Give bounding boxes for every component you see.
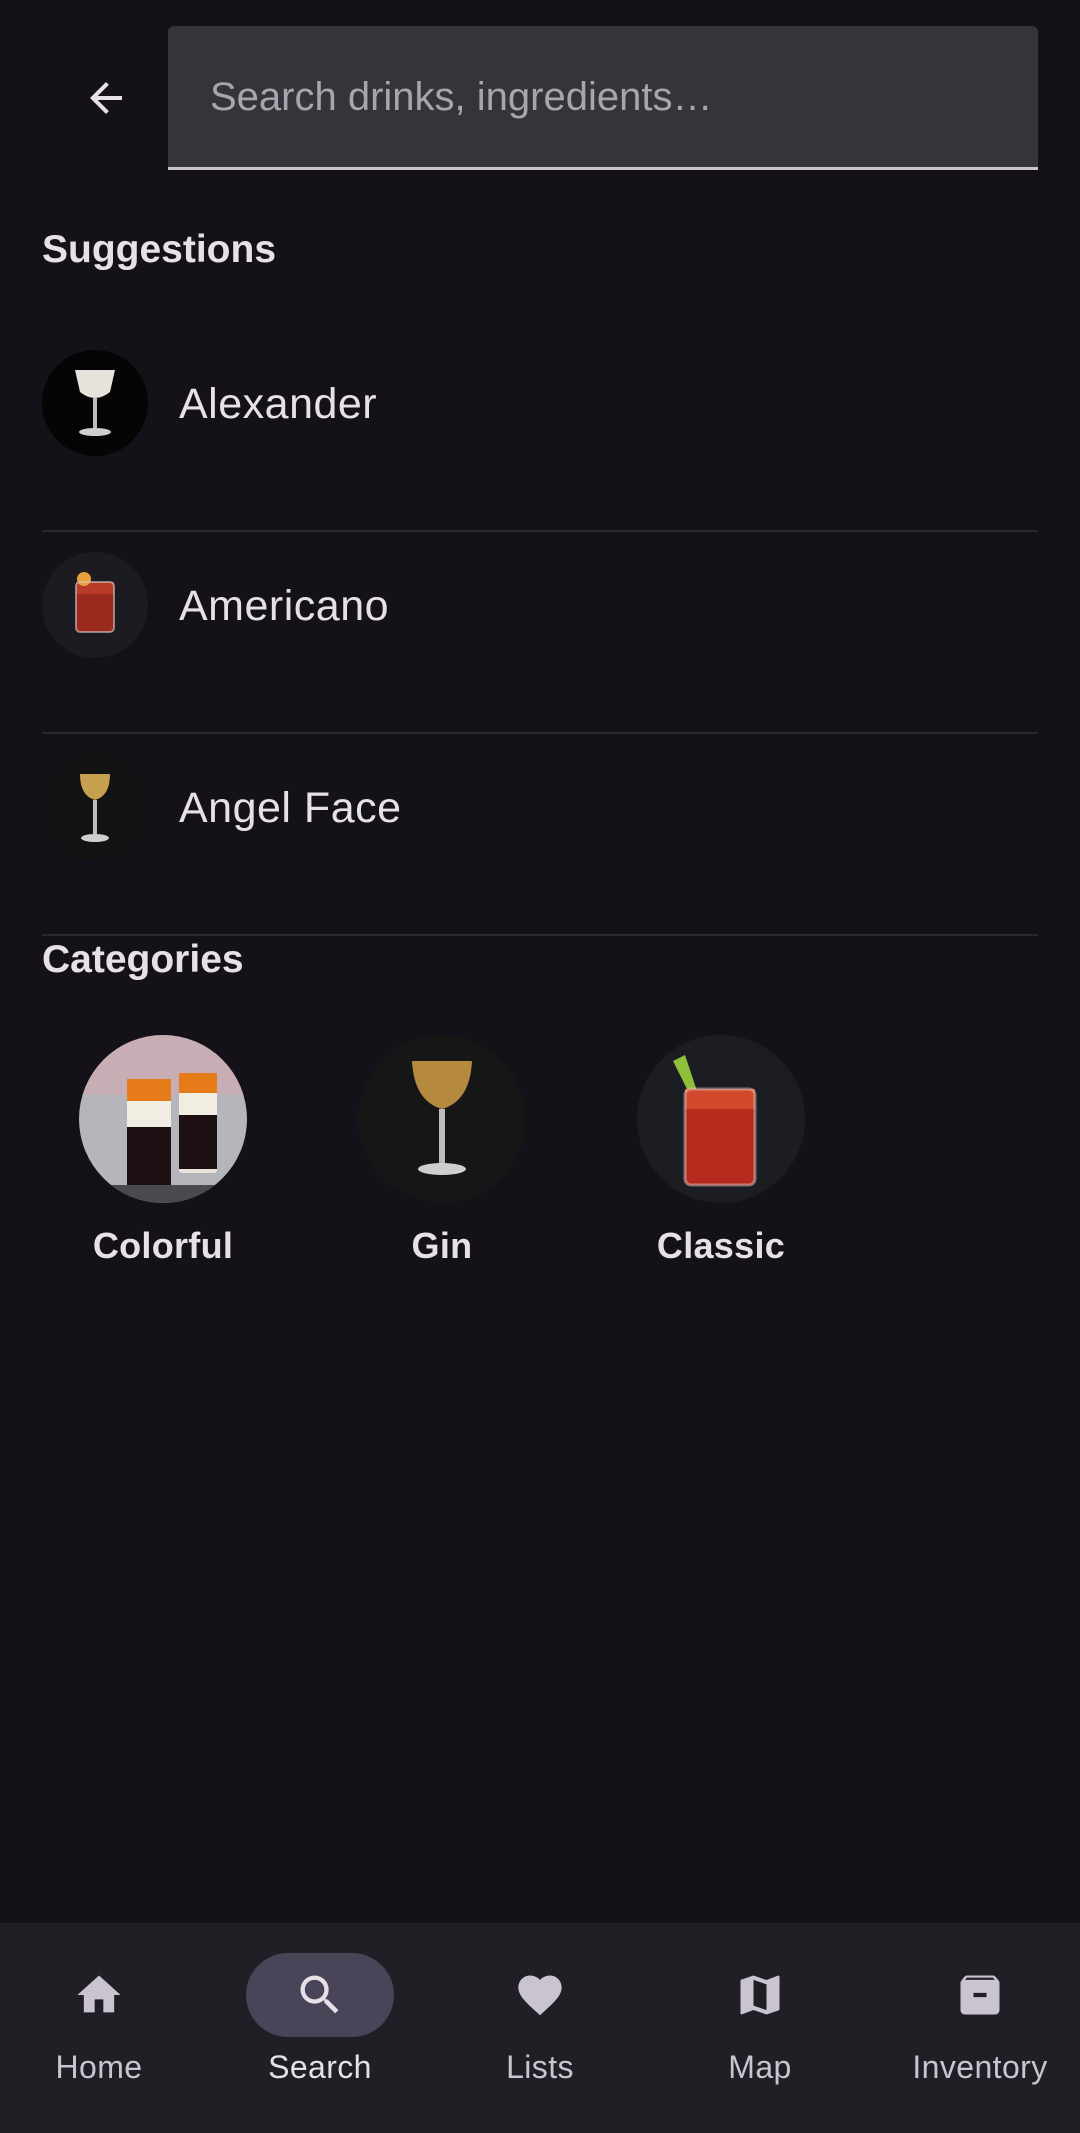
nav-label: Lists bbox=[506, 2049, 574, 2085]
heart-icon bbox=[518, 1975, 562, 2016]
nav-home-indicator bbox=[25, 1953, 173, 2037]
search-field[interactable] bbox=[168, 26, 1038, 170]
category-row: Colorful Gin Classic bbox=[42, 1035, 1038, 1275]
suggestion-name: Angel Face bbox=[179, 784, 402, 832]
category-label: Colorful bbox=[92, 1225, 234, 1266]
nav-search[interactable]: Search bbox=[220, 1953, 420, 2113]
nav-search-indicator bbox=[246, 1953, 394, 2037]
nav-label: Inventory bbox=[912, 2049, 1048, 2085]
back-button[interactable] bbox=[66, 58, 146, 138]
gin-category-image bbox=[358, 1035, 526, 1203]
suggestion-name: Alexander bbox=[179, 380, 378, 428]
nav-map[interactable]: Map bbox=[660, 1953, 860, 2113]
arrow-back-icon bbox=[90, 82, 122, 114]
americano-thumbnail bbox=[42, 552, 148, 658]
classic-category-image bbox=[637, 1035, 805, 1203]
nav-lists-indicator bbox=[466, 1953, 614, 2037]
suggestion-item-alexander[interactable]: Alexander bbox=[42, 330, 1038, 532]
home-icon bbox=[77, 1975, 121, 2013]
category-label: Gin bbox=[411, 1225, 473, 1266]
bottom-navigation: Home Search Lists Map Inventory bbox=[0, 1923, 1080, 2133]
nav-map-indicator bbox=[686, 1953, 834, 2037]
nav-inventory-indicator bbox=[906, 1953, 1054, 2037]
nav-label: Home bbox=[55, 2049, 143, 2085]
inventory-icon bbox=[960, 1975, 1000, 2015]
search-input[interactable] bbox=[208, 26, 1002, 169]
nav-lists[interactable]: Lists bbox=[440, 1953, 640, 2113]
category-colorful[interactable]: Colorful bbox=[79, 1035, 247, 1267]
nav-label: Map bbox=[728, 2049, 792, 2085]
category-label: Classic bbox=[656, 1225, 786, 1266]
category-classic[interactable]: Classic bbox=[637, 1035, 805, 1267]
colorful-category-image bbox=[79, 1035, 247, 1203]
angel-face-thumbnail bbox=[42, 754, 148, 860]
category-gin[interactable]: Gin bbox=[358, 1035, 526, 1267]
map-icon bbox=[740, 1975, 780, 2015]
suggestions-heading: Suggestions bbox=[42, 228, 277, 271]
suggestion-name: Americano bbox=[179, 582, 390, 630]
top-app-bar bbox=[0, 0, 1080, 175]
suggestion-item-angel-face[interactable]: Angel Face bbox=[42, 734, 1038, 936]
nav-inventory[interactable]: Inventory bbox=[880, 1953, 1080, 2113]
categories-heading: Categories bbox=[42, 938, 244, 981]
alexander-thumbnail bbox=[42, 350, 148, 456]
suggestion-item-americano[interactable]: Americano bbox=[42, 532, 1038, 734]
search-icon bbox=[300, 1975, 339, 2014]
nav-home[interactable]: Home bbox=[0, 1953, 199, 2113]
nav-label: Search bbox=[268, 2049, 372, 2085]
suggestion-list: Alexander Americano Angel Face bbox=[42, 330, 1038, 936]
